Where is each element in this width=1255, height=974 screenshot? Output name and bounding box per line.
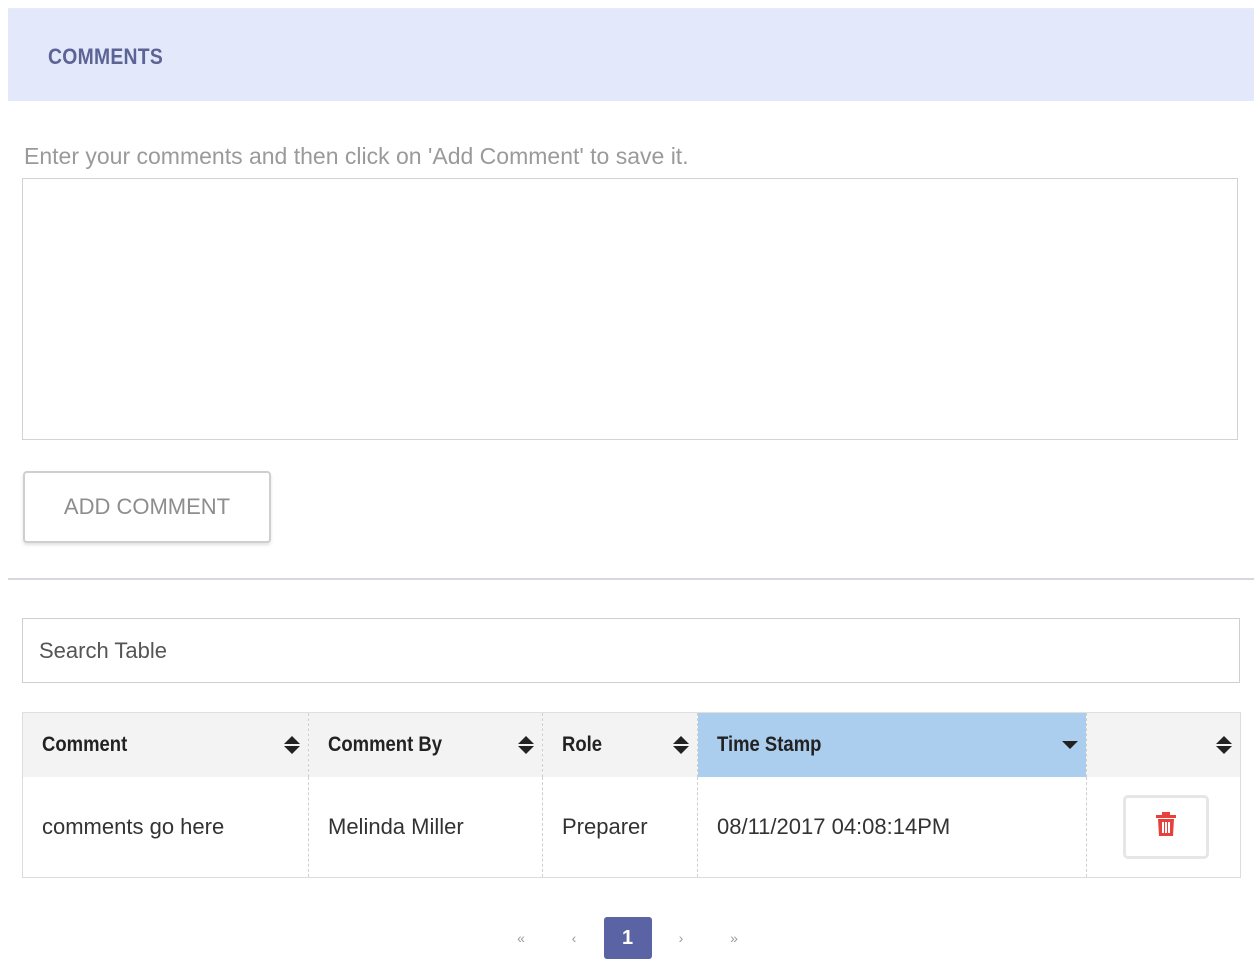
sort-icon [518, 734, 534, 756]
section-divider [8, 578, 1254, 580]
comments-table: Comment Comment By Role Time Stamp comme… [22, 712, 1241, 878]
cell-role: Preparer [542, 777, 698, 878]
sort-icon [1216, 734, 1232, 756]
column-header-label: Comment [42, 733, 128, 756]
column-header-label: Time Stamp [717, 733, 822, 756]
column-header-comment[interactable]: Comment [22, 712, 309, 777]
column-header-label: Comment By [328, 733, 442, 756]
sort-icon [284, 734, 300, 756]
sort-icon [673, 734, 689, 756]
cell-comment-by: Melinda Miller [308, 777, 543, 878]
panel-header: COMMENTS [8, 8, 1254, 101]
cell-comment: comments go here [22, 777, 309, 878]
column-header-time-stamp[interactable]: Time Stamp [697, 712, 1087, 777]
comments-panel: COMMENTS Enter your comments and then cl… [0, 0, 1255, 974]
table-row: comments go here Melinda Miller Preparer… [22, 777, 1241, 878]
last-page-button[interactable]: » [708, 917, 761, 959]
table-header-row: Comment Comment By Role Time Stamp [22, 712, 1241, 777]
panel-title: COMMENTS [48, 44, 164, 69]
cell-actions [1086, 777, 1241, 878]
page-1-button[interactable]: 1 [603, 917, 652, 959]
column-header-label: Role [562, 733, 603, 756]
comment-hint: Enter your comments and then click on 'A… [24, 143, 689, 169]
comment-textarea[interactable] [22, 178, 1238, 440]
sort-desc-icon [1062, 734, 1078, 756]
next-page-button[interactable]: › [655, 917, 708, 959]
add-comment-button[interactable]: ADD COMMENT [23, 471, 271, 543]
prev-page-button[interactable]: ‹ [548, 917, 601, 959]
column-header-role[interactable]: Role [542, 712, 698, 777]
search-table-input[interactable] [22, 618, 1240, 683]
delete-comment-button[interactable] [1123, 795, 1209, 859]
column-header-actions[interactable] [1086, 712, 1241, 777]
pagination: « ‹ 1 › » [0, 916, 1255, 960]
cell-time-stamp: 08/11/2017 04:08:14PM [697, 777, 1087, 878]
column-header-comment-by[interactable]: Comment By [308, 712, 543, 777]
trash-icon [1156, 812, 1176, 842]
first-page-button[interactable]: « [495, 917, 548, 959]
